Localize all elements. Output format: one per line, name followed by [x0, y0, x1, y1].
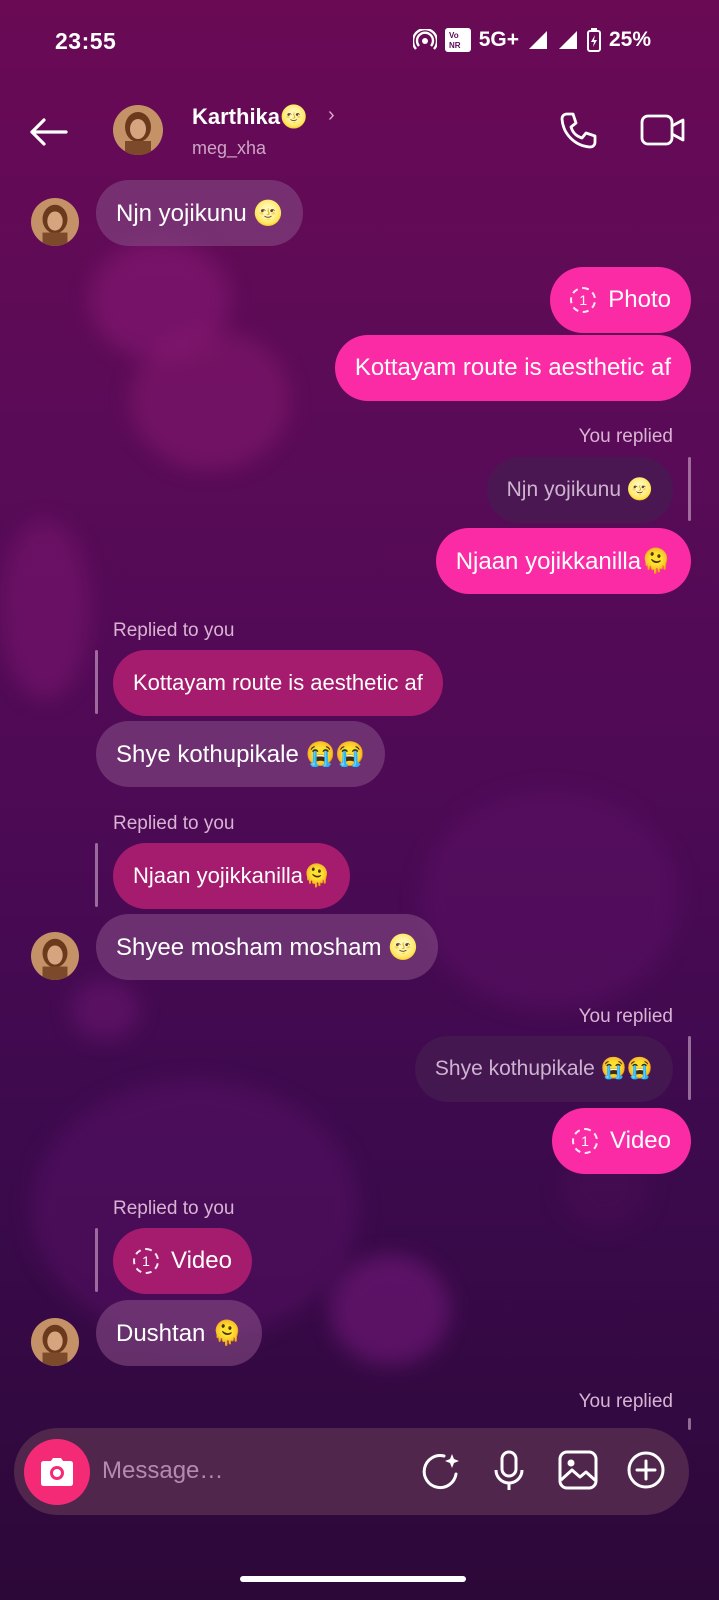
- video-call-button[interactable]: [640, 112, 686, 153]
- video-camera-icon: [640, 114, 685, 146]
- message-bubble[interactable]: Shye kothupikale 😭😭: [96, 721, 386, 787]
- reply-label: Replied to you: [113, 813, 235, 834]
- background-heart: [330, 1255, 450, 1365]
- reply-indicator: [688, 457, 691, 521]
- reply-label: You replied: [578, 1391, 673, 1412]
- microphone-button[interactable]: [492, 1450, 526, 1497]
- signal-icon: [558, 31, 577, 49]
- reply-indicator: [95, 650, 98, 714]
- reply-indicator: [688, 1418, 691, 1430]
- arrow-left-icon: [30, 118, 68, 146]
- contact-name[interactable]: Karthika🌝: [192, 104, 307, 130]
- signal-icon: [528, 31, 547, 49]
- reply-label: You replied: [578, 426, 673, 447]
- message-bubble[interactable]: 1 Video: [552, 1108, 691, 1174]
- chat-header: Karthika🌝 › meg_xha: [0, 100, 719, 180]
- message-composer: [14, 1428, 689, 1515]
- status-bar: 23:55 Vo NR 5G+ 25%: [0, 0, 719, 84]
- message-text: Video: [171, 1247, 232, 1274]
- plus-circle-icon: [627, 1451, 665, 1489]
- camera-icon: [41, 1458, 73, 1486]
- message-input[interactable]: [102, 1454, 322, 1488]
- background-heart: [420, 790, 680, 1010]
- background-heart: [0, 520, 90, 700]
- home-indicator[interactable]: [240, 1576, 466, 1582]
- gallery-icon: [558, 1450, 598, 1490]
- quoted-message[interactable]: Shye kothupikale 😭😭: [414, 1036, 673, 1102]
- quoted-message[interactable]: 1 Video: [113, 1228, 252, 1294]
- status-icons: Vo NR 5G+ 25%: [412, 28, 651, 52]
- svg-text:NR: NR: [449, 41, 461, 50]
- avatar[interactable]: [31, 198, 79, 246]
- message-bubble[interactable]: Dushtan 🫠: [96, 1300, 262, 1366]
- message-bubble[interactable]: 1 Photo: [550, 267, 691, 333]
- view-once-icon: 1: [570, 287, 597, 313]
- more-button[interactable]: [626, 1450, 666, 1495]
- phone-icon: [560, 112, 597, 149]
- reply-label: Replied to you: [113, 620, 235, 641]
- view-once-icon: 1: [133, 1248, 159, 1274]
- quoted-message[interactable]: Kottayam route is aesthetic af: [113, 650, 443, 716]
- reply-indicator: [95, 1228, 98, 1292]
- view-once-icon: 1: [572, 1128, 599, 1154]
- reply-indicator: [688, 1036, 691, 1100]
- call-button[interactable]: [558, 110, 598, 155]
- message-bubble[interactable]: Njaan yojikkanilla🫠: [435, 528, 691, 594]
- background-heart: [130, 330, 290, 470]
- back-button[interactable]: [26, 110, 70, 154]
- quoted-message[interactable]: Njaan yojikkanilla🫠: [113, 843, 351, 909]
- contact-username: meg_xha: [192, 138, 267, 158]
- status-time: 23:55: [55, 28, 117, 54]
- network-type: 5G+: [478, 28, 519, 51]
- volte-icon: VoNR: [444, 28, 471, 52]
- gallery-button[interactable]: [558, 1450, 598, 1495]
- battery-icon: [586, 28, 601, 52]
- message-bubble[interactable]: Kottayam route is aesthetic af: [334, 335, 691, 401]
- battery-level: 25%: [608, 28, 651, 51]
- avatar[interactable]: [31, 1318, 79, 1366]
- sparkle-effects-icon: [422, 1454, 459, 1490]
- background-heart: [70, 980, 140, 1040]
- camera-button[interactable]: [24, 1439, 90, 1505]
- reply-label: Replied to you: [113, 1198, 235, 1219]
- microphone-icon: [494, 1450, 524, 1490]
- svg-text:Vo: Vo: [449, 31, 459, 40]
- message-text: Video: [610, 1127, 671, 1154]
- chevron-right-icon[interactable]: ›: [328, 104, 335, 127]
- avatar[interactable]: [113, 105, 163, 155]
- reply-indicator: [95, 843, 98, 907]
- message-bubble[interactable]: Shyee mosham mosham 🌝: [96, 914, 438, 980]
- reply-label: You replied: [578, 1006, 673, 1027]
- message-bubble[interactable]: Njn yojikunu 🌝: [96, 180, 304, 246]
- hotspot-icon: [412, 29, 437, 50]
- quoted-message[interactable]: Njn yojikunu 🌝: [486, 457, 673, 523]
- avatar[interactable]: [31, 932, 79, 980]
- message-text: Photo: [608, 286, 671, 313]
- effects-button[interactable]: [420, 1450, 462, 1497]
